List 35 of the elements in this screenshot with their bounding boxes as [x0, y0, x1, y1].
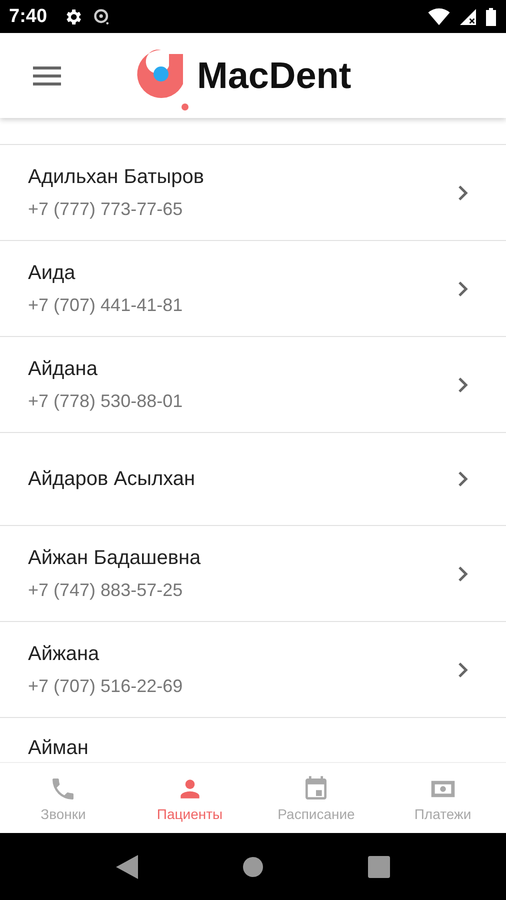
- signal-icon: [460, 8, 476, 24]
- chevron-icon: [458, 280, 468, 296]
- menu-icon[interactable]: [33, 66, 61, 86]
- patient-phone: +7 (707) 516-22-69: [28, 676, 184, 696]
- back-icon[interactable]: [116, 854, 138, 878]
- patient-row[interactable]: Айжана +7 (707) 516-22-69: [0, 622, 506, 718]
- chevron-icon: [458, 566, 468, 582]
- patient-phone: +7 (777) 773-77-65: [28, 198, 184, 220]
- patient-phone: +7 (707) 441-41-81: [28, 294, 184, 316]
- home-icon[interactable]: [243, 856, 263, 876]
- patient-name: Айжана: [28, 642, 100, 666]
- chevron-icon: [458, 662, 468, 678]
- patient-name: Адильхан Батыров: [28, 166, 205, 188]
- wifi-icon: [428, 8, 450, 26]
- patient-row[interactable]: Айдана +7 (778) 530-88-01: [0, 337, 506, 433]
- battery-icon: [486, 8, 496, 26]
- patient-row[interactable]: Айдаров Асылхан: [0, 433, 506, 526]
- patient-phone: +7 (778) 530-88-01: [28, 390, 184, 412]
- patient-name: Аида: [28, 262, 76, 284]
- patient-row[interactable]: Айман: [0, 718, 506, 762]
- app-title: MacDent: [197, 54, 352, 96]
- patient-name: Айдана: [28, 358, 98, 380]
- chevron-icon: [458, 471, 468, 487]
- patient-name: Айдаров Асылхан: [28, 468, 196, 490]
- patient-name: Айман: [28, 737, 90, 760]
- target-icon: [93, 8, 112, 26]
- chevron-icon: [458, 376, 468, 392]
- chevron-icon: [458, 184, 468, 200]
- patient-row[interactable]: Адильхан Батыров +7 (777) 773-77-65: [0, 145, 506, 241]
- status-time: 7:40: [9, 6, 48, 28]
- patient-row[interactable]: Аида +7 (707) 441-41-81: [0, 241, 506, 337]
- recents-icon[interactable]: [368, 856, 390, 878]
- patient-phone: +7 (747) 883-57-25: [28, 580, 184, 600]
- patient-name: Айжан Бадашевна: [28, 546, 202, 570]
- patient-row[interactable]: Айжан Бадашевна +7 (747) 883-57-25: [0, 526, 506, 622]
